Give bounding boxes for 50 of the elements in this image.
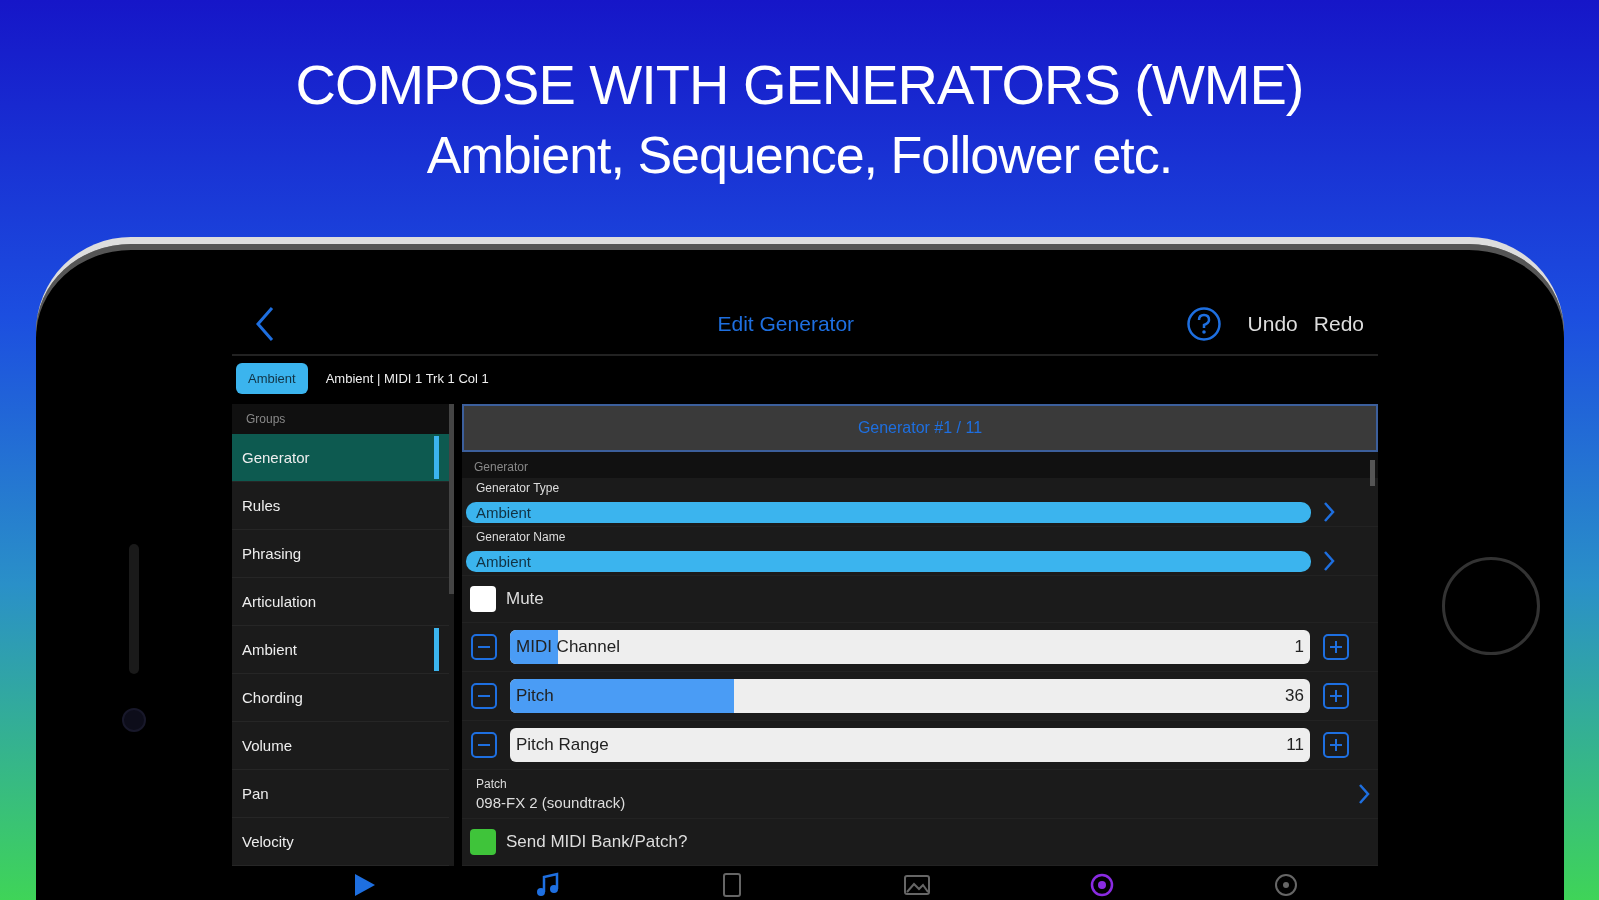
sidebar-item[interactable]: Volume (232, 722, 449, 770)
headline: COMPOSE WITH GENERATORS (WME) (295, 52, 1304, 118)
sidebar-header: Groups (232, 404, 449, 434)
checkbox[interactable] (470, 586, 496, 612)
checkbox-label: Send MIDI Bank/Patch? (506, 832, 688, 852)
type-tag: Ambient (236, 362, 308, 394)
checkbox[interactable] (470, 829, 496, 855)
field-value[interactable]: 098-FX 2 (soundtrack) (476, 794, 626, 811)
slider-value: 36 (1285, 686, 1304, 706)
select-field[interactable]: Ambient (466, 550, 1311, 572)
minus-icon[interactable] (470, 731, 498, 759)
breadcrumb-path: Ambient | MIDI 1 Trk 1 Col 1 (325, 370, 489, 386)
field-label: Generator Name (475, 530, 567, 544)
music-note-icon[interactable] (535, 872, 561, 898)
sidebar-item[interactable]: Articulation (232, 578, 449, 626)
nav-action-button[interactable]: Undo (1243, 312, 1302, 336)
checkbox-label: Mute (506, 589, 544, 609)
slider-value: 1 (1294, 637, 1304, 657)
sensor-dot (122, 708, 146, 732)
help-icon[interactable] (1185, 306, 1222, 342)
headline: Ambient, Sequence, Follower etc. (426, 125, 1173, 186)
chevron-icon[interactable] (1323, 501, 1335, 523)
minus-icon[interactable] (470, 633, 498, 661)
field-label: Patch (476, 777, 508, 791)
generator-header: Generator #1 / 11 (462, 404, 1378, 452)
nav-action-button[interactable]: Redo (1309, 312, 1368, 336)
scrollbar (1370, 460, 1375, 486)
slider-track[interactable]: Pitch 36 (510, 679, 1310, 713)
slider-label: Pitch Range (516, 735, 609, 755)
plus-icon[interactable] (1322, 682, 1350, 710)
plus-icon[interactable] (1322, 731, 1350, 759)
sidebar-item[interactable]: Ambient (232, 626, 449, 674)
minus-icon[interactable] (470, 682, 498, 710)
sidebar-item[interactable]: Generator (232, 434, 449, 482)
plus-icon[interactable] (1322, 633, 1350, 661)
slider-track[interactable]: Pitch Range 11 (510, 728, 1310, 762)
section-label: Generator (462, 452, 1378, 478)
circle-icon[interactable] (1273, 872, 1299, 898)
sidebar-item[interactable]: Pan (232, 770, 449, 818)
chevron-icon[interactable] (1323, 550, 1335, 572)
target-icon[interactable] (1089, 872, 1115, 898)
back-icon[interactable] (254, 306, 276, 342)
sidebar-item[interactable]: Chording (232, 674, 449, 722)
select-field[interactable]: Ambient (466, 501, 1311, 523)
field-label: Generator Type (475, 481, 561, 495)
chevron-icon[interactable] (1358, 783, 1370, 805)
slider-value: 11 (1286, 735, 1304, 755)
screen-title: Edit Generator (716, 312, 856, 336)
slider-label: Pitch (516, 686, 554, 706)
image-icon[interactable] (903, 872, 931, 898)
